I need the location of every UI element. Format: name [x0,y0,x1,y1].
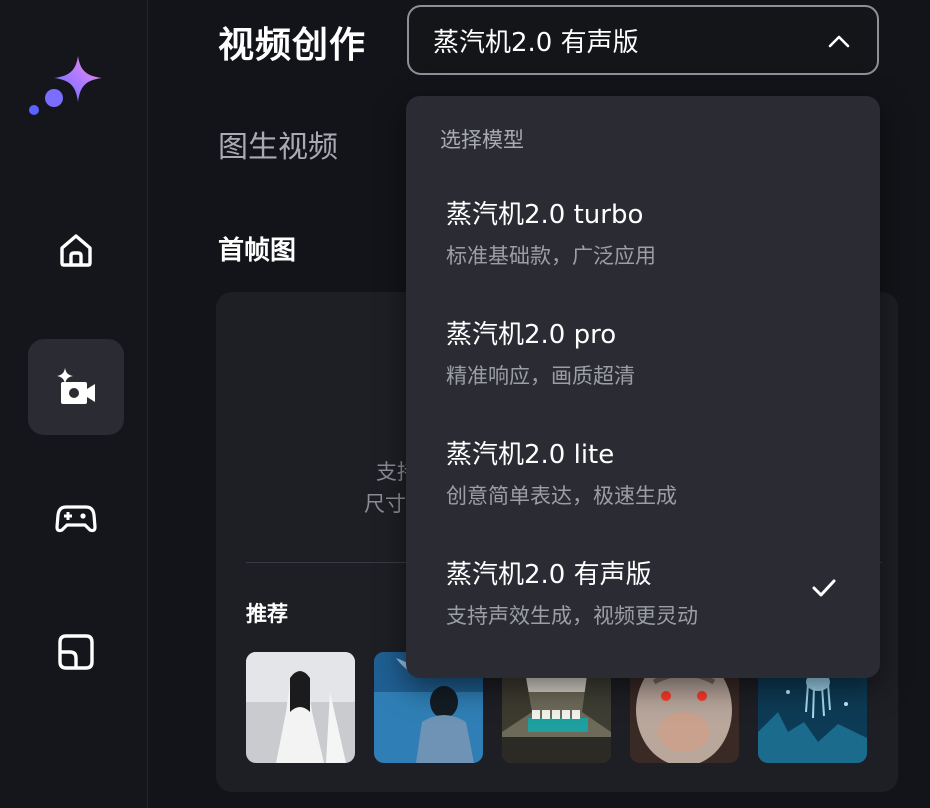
model-select[interactable]: 蒸汽机2.0 有声版 [407,5,879,75]
thumbnail-white-robed-figure[interactable] [246,652,355,763]
option-name: 蒸汽机2.0 turbo [446,200,644,230]
option-desc: 精准响应，画质超清 [446,364,635,388]
option-desc: 支持声效生成，视频更灵动 [446,604,698,628]
gallery-icon [58,634,94,670]
model-option-pro[interactable]: 蒸汽机2.0 pro 精准响应，画质超清 [406,314,880,424]
chevron-up-icon [828,35,850,48]
checkmark-icon [812,579,836,597]
sidebar [0,0,148,808]
sidebar-item-gallery[interactable] [28,604,124,700]
option-name: 蒸汽机2.0 有声版 [446,560,652,590]
sidebar-item-home[interactable] [28,202,124,298]
gamepad-icon [55,505,97,533]
video-sparkle-icon [57,368,95,404]
model-option-audio[interactable]: 蒸汽机2.0 有声版 支持声效生成，视频更灵动 [406,554,880,664]
option-name: 蒸汽机2.0 pro [446,320,617,350]
first-frame-title: 首帧图 [218,236,297,266]
option-desc: 标准基础款，广泛应用 [446,244,656,268]
sidebar-item-game[interactable] [28,470,124,566]
model-select-value: 蒸汽机2.0 有声版 [433,27,639,58]
sidebar-item-video[interactable] [28,339,124,435]
dropdown-header: 选择模型 [440,128,524,152]
recommend-title: 推荐 [246,602,288,626]
section-title: 图生视频 [218,130,338,165]
home-icon [60,234,92,267]
app-logo[interactable] [22,52,108,118]
option-desc: 创意简单表达，极速生成 [446,484,677,508]
model-option-lite[interactable]: 蒸汽机2.0 lite 创意简单表达，极速生成 [406,434,880,544]
model-option-turbo[interactable]: 蒸汽机2.0 turbo 标准基础款，广泛应用 [406,194,880,304]
page-title: 视频创作 [218,25,367,66]
option-name: 蒸汽机2.0 lite [446,440,615,470]
model-dropdown: 选择模型 蒸汽机2.0 turbo 标准基础款，广泛应用 蒸汽机2.0 pro … [406,96,880,678]
